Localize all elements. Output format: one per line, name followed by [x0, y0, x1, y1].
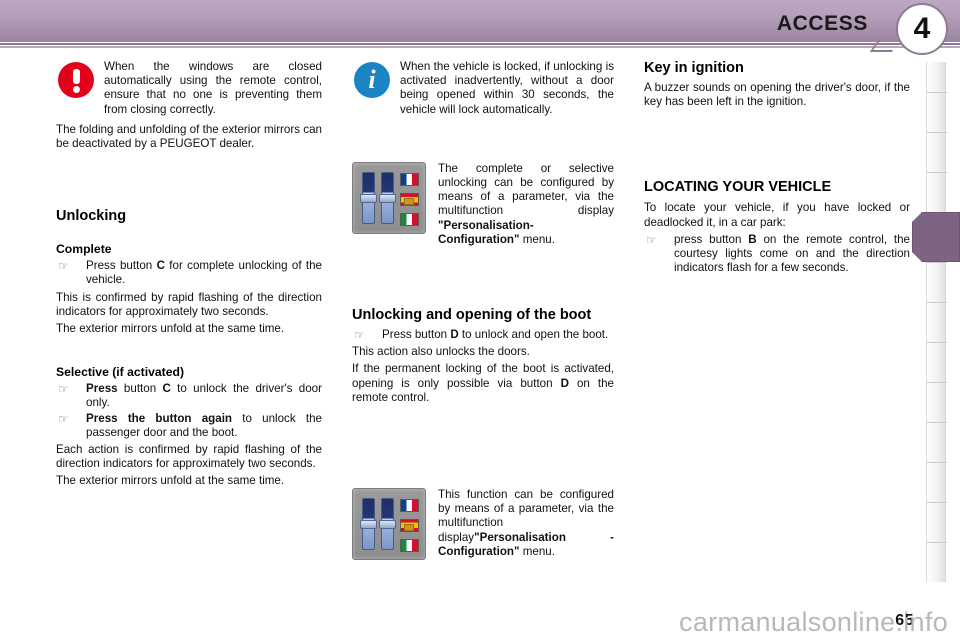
- info-circle-icon: i: [354, 62, 390, 98]
- boot-paragraph-1: This action also unlocks the doors.: [352, 345, 530, 359]
- flag-france-icon: [400, 172, 419, 186]
- figure-personalisation-1: The complete or selective unlocking can …: [352, 161, 614, 247]
- caption-suffix: menu.: [519, 544, 555, 558]
- figure-1-caption: The complete or selective unlocking can …: [438, 162, 614, 247]
- manual-page: ACCESS 4 When the windows are closed aut…: [0, 0, 960, 640]
- key-in-ignition-heading: Key in ignition: [644, 60, 744, 76]
- header-divider-rule: [0, 42, 960, 50]
- selective-subheading: Selective (if activated): [56, 365, 185, 380]
- list-item: ☞ press button B on the remote control, t…: [644, 233, 910, 276]
- pointing-hand-icon: ☞: [354, 328, 365, 343]
- info-callout: i When the vehicle is locked, if unlocki…: [352, 60, 614, 117]
- pointing-hand-icon: ☞: [58, 382, 69, 397]
- watermark: carmanualsonline.info: [679, 607, 948, 637]
- flag-france-icon: [400, 499, 419, 513]
- rail-tick: [927, 502, 947, 503]
- flag-spain-icon: [400, 192, 419, 206]
- chapter-number-badge: 4: [896, 3, 948, 55]
- locating-vehicle-heading: LOCATING YOUR VEHICLE: [644, 179, 832, 196]
- multifunction-display-settings-thumbnail: [352, 488, 426, 561]
- bullet-text-prefix: Press button: [86, 259, 157, 273]
- flag-spain-icon: [400, 519, 419, 533]
- bullet-bold-press: Press: [86, 382, 118, 396]
- figure-personalisation-2: This function can be configured by means…: [352, 488, 614, 562]
- selective-paragraph-1: Each action is confirmed by rapid flashi…: [56, 443, 322, 471]
- rail-tick: [927, 422, 947, 423]
- rail-tick: [927, 462, 947, 463]
- complete-subheading: Complete: [56, 242, 112, 257]
- multifunction-display-settings-thumbnail: [352, 161, 426, 234]
- boot-paragraph-2: If the permanent locking of the boot is …: [352, 362, 614, 405]
- right-text-column: Key in ignition A buzzer sounds on openi…: [644, 60, 910, 278]
- figure-2-caption: This function can be configured by means…: [438, 488, 614, 559]
- button-label-b: B: [748, 232, 757, 246]
- boot-unlocking-heading: Unlocking and opening of the boot: [352, 307, 592, 324]
- rail-tick: [927, 342, 947, 343]
- rail-tick: [927, 542, 947, 543]
- warning-exclamation-icon: [58, 62, 94, 98]
- button-label-d: D: [560, 376, 569, 390]
- rail-tick: [927, 382, 947, 383]
- selective-bullet-list: ☞ Press button C to unlock the driver's d…: [56, 382, 322, 440]
- bullet-text-prefix: press button: [674, 232, 749, 246]
- rail-tick: [927, 132, 947, 133]
- active-chapter-tab[interactable]: [912, 212, 960, 262]
- chapter-tab-rail[interactable]: [926, 62, 947, 582]
- bullet-text-prefix: Press button: [382, 328, 451, 342]
- slider-control-icon: [379, 498, 396, 551]
- rail-tick: [927, 302, 947, 303]
- slider-control-icon: [360, 171, 377, 224]
- locating-intro-text: To locate your vehicle, if you have lock…: [644, 201, 910, 229]
- rail-tick: [927, 262, 947, 263]
- bullet-text-mid: button: [117, 382, 163, 396]
- key-in-ignition-text: A buzzer sounds on opening the driver's …: [644, 81, 910, 109]
- pointing-hand-icon: ☞: [58, 411, 69, 426]
- list-item: ☞ Press button C to unlock the driver's d…: [56, 382, 322, 410]
- button-label-c: C: [156, 259, 165, 273]
- pointing-hand-icon: ☞: [646, 232, 657, 247]
- flag-italy-icon: [400, 212, 419, 226]
- left-text-column: When the windows are closed automaticall…: [56, 60, 322, 492]
- flag-italy-icon: [400, 539, 419, 553]
- boot-bullet-list: ☞ Press button D to unlock and open the b…: [352, 328, 614, 342]
- list-item: ☞ Press button C for complete unlocking o…: [56, 259, 322, 287]
- complete-bullet-list: ☞ Press button C for complete unlocking o…: [56, 259, 322, 287]
- middle-text-column: i When the vehicle is locked, if unlocki…: [352, 60, 614, 568]
- selective-paragraph-2: The exterior mirrors unfold at the same …: [56, 474, 285, 488]
- unlocking-heading: Unlocking: [56, 208, 127, 225]
- bullet-text-suffix: to unlock and open the boot.: [458, 328, 609, 342]
- caption-suffix: menu.: [519, 232, 555, 246]
- warning-callout: When the windows are closed automaticall…: [56, 60, 322, 117]
- pointing-hand-icon: ☞: [58, 259, 69, 274]
- locating-bullet-list: ☞ press button B on the remote control, t…: [644, 233, 910, 276]
- bullet-bold-press-again: Press the button again: [86, 411, 232, 425]
- slider-control-icon: [379, 171, 396, 224]
- warning-text: When the windows are closed automaticall…: [104, 60, 322, 116]
- page-title: ACCESS: [776, 12, 868, 35]
- complete-paragraph-1: This is confirmed by rapid flashing of t…: [56, 290, 322, 318]
- list-item: ☞ Press button D to unlock and open the b…: [352, 328, 614, 342]
- button-label-d: D: [450, 328, 459, 342]
- dealer-note-text: The folding and unfolding of the exterio…: [56, 122, 322, 151]
- info-text: When the vehicle is locked, if unlocking…: [400, 60, 614, 116]
- caption-prefix: The complete or selective unlocking can …: [438, 161, 614, 218]
- rail-tick: [927, 172, 947, 173]
- list-item: ☞ Press the button again to unlock the pa…: [56, 412, 322, 440]
- rail-tick: [927, 92, 947, 93]
- button-label-c: C: [162, 382, 171, 396]
- complete-paragraph-2: The exterior mirrors unfold at the same …: [56, 322, 285, 336]
- slider-control-icon: [360, 498, 377, 551]
